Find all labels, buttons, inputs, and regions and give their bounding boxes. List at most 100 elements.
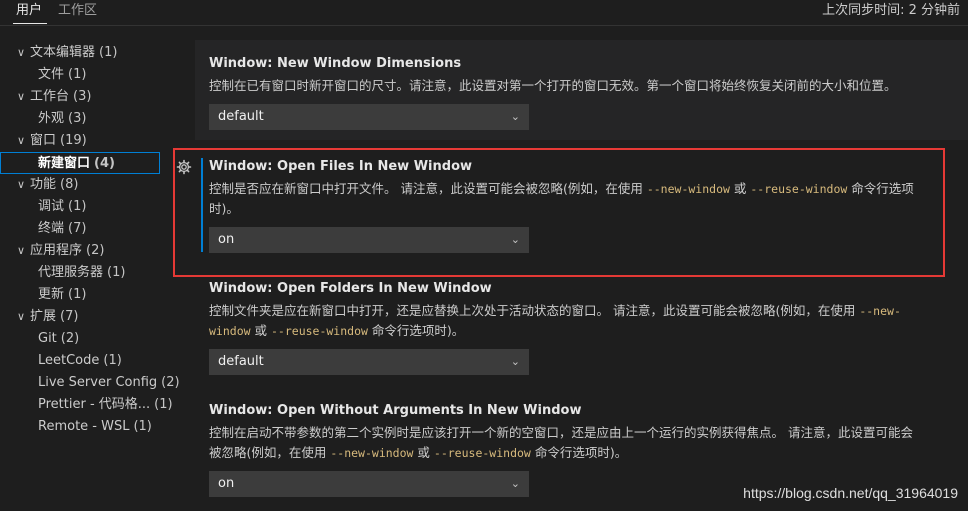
desc-text: 或 xyxy=(250,323,271,338)
toc-item[interactable]: 文件 (1) xyxy=(38,64,86,86)
sync-status: 上次同步时间: 2 分钟前 xyxy=(822,3,960,18)
chevron-down-icon: ∨ xyxy=(16,90,26,103)
toc-item-label: 功能 xyxy=(30,177,57,192)
toc-item[interactable]: 外观 (3) xyxy=(38,108,86,130)
code-reuse-window: --reuse-window xyxy=(433,446,531,460)
toc-item-count: (2) xyxy=(161,375,180,390)
settings-scope-tabs: 用户 工作区 上次同步时间: 2 分钟前 xyxy=(0,0,968,26)
toc-item-label: LeetCode xyxy=(38,353,100,368)
setting-name: New Window Dimensions xyxy=(277,56,462,71)
toc-item-count: (1) xyxy=(103,353,122,368)
toc-item-label: 外观 xyxy=(38,111,65,126)
setting-category: Window: xyxy=(209,56,278,71)
toc-item[interactable]: ∨ 窗口 (19) xyxy=(14,130,87,152)
desc-text: 控制在启动不带参数的第二个实例时是应该打开一个新的空窗口，还是应由上一个运行的实… xyxy=(209,425,913,440)
toc-item[interactable]: ∨ 工作台 (3) xyxy=(14,86,91,108)
toc-item-count: (7) xyxy=(68,221,87,236)
open-folders-in-new-window-select[interactable]: default ⌄ xyxy=(209,349,529,375)
toc-item[interactable]: 代理服务器 (1) xyxy=(38,262,125,284)
setting-description: 控制文件夹是应在新窗口中打开，还是应替换上次处于活动状态的窗口。 请注意，此设置… xyxy=(209,301,944,341)
setting-description: 控制在已有窗口时新开窗口的尺寸。请注意，此设置对第一个打开的窗口无效。第一个窗口… xyxy=(209,78,897,93)
toc-item-label: Live Server Config xyxy=(38,375,158,390)
code-new-window: --new- xyxy=(859,304,901,318)
toc-item-count: (19) xyxy=(60,133,87,148)
tab-user-underline xyxy=(13,23,47,24)
toc-item[interactable]: Remote - WSL (1) xyxy=(38,416,152,438)
toc-item[interactable]: Live Server Config (2) xyxy=(38,372,180,394)
toc-item-count: (1) xyxy=(68,287,87,302)
toc-item[interactable]: 调试 (1) xyxy=(38,196,86,218)
toc-item-label: Git xyxy=(38,331,57,346)
select-value: on xyxy=(218,476,235,491)
code-reuse-window: --reuse-window xyxy=(271,324,368,338)
desc-text: 命令行选项时)。 xyxy=(367,323,465,338)
toc-item-count: (1) xyxy=(99,45,118,60)
toc-item[interactable]: 更新 (1) xyxy=(38,284,86,306)
toc-item[interactable]: Prettier - 代码格... (1) xyxy=(38,394,173,416)
code-new-window: --new-window xyxy=(330,446,414,460)
toc-item-count: (1) xyxy=(154,397,173,412)
chevron-down-icon: ⌄ xyxy=(510,477,520,490)
tab-user[interactable]: 用户 xyxy=(16,2,42,20)
toc-item-label: 应用程序 xyxy=(30,243,83,258)
toc-item-label: Prettier - 代码格... xyxy=(38,397,151,412)
chevron-down-icon: ⌄ xyxy=(510,110,520,123)
toc-item-label: 工作台 xyxy=(30,89,70,104)
setting-category: Window: xyxy=(209,403,278,418)
toc-item[interactable]: ∨ 应用程序 (2) xyxy=(14,240,104,262)
chevron-down-icon: ⌄ xyxy=(510,355,520,368)
setting-name: Open Folders In New Window xyxy=(277,281,492,296)
select-value: default xyxy=(218,109,264,124)
toc-item[interactable]: ∨ 文本编辑器 (1) xyxy=(14,42,117,64)
new-window-dimensions-select[interactable]: default ⌄ xyxy=(209,104,529,130)
toc-item-label: 文本编辑器 xyxy=(30,45,96,60)
toc-item-count: (1) xyxy=(107,265,126,280)
select-value: default xyxy=(218,354,264,369)
tabs-divider xyxy=(0,25,968,26)
watermark: https://blog.csdn.net/qq_31964019 xyxy=(743,485,958,501)
desc-text: 或 xyxy=(413,445,434,460)
desc-text: 控制文件夹是应在新窗口中打开，还是应替换上次处于活动状态的窗口。 请注意，此设置… xyxy=(209,303,860,318)
tab-workspace[interactable]: 工作区 xyxy=(58,2,97,20)
toc-item[interactable]: ∨ 功能 (8) xyxy=(14,174,78,196)
highlight-annotation-box xyxy=(173,148,945,277)
setting-title: Window: Open Folders In New Window xyxy=(209,280,944,298)
chevron-down-icon: ∨ xyxy=(16,134,26,147)
toc-item-label: 扩展 xyxy=(30,309,57,324)
toc-item-label: 调试 xyxy=(38,199,65,214)
toc-item-label: 窗口 xyxy=(30,133,57,148)
toc-item-count: (3) xyxy=(68,111,87,126)
setting-title: Window: New Window Dimensions xyxy=(209,55,944,73)
setting-new-window-dimensions: Window: New Window Dimensions 控制在已有窗口时新开… xyxy=(209,55,944,130)
toc-item-count: (8) xyxy=(60,177,79,192)
toc-item[interactable]: ∨ 扩展 (7) xyxy=(14,306,78,328)
toc-item-label: Remote - WSL xyxy=(38,419,130,434)
open-without-arguments-select[interactable]: on ⌄ xyxy=(209,471,529,497)
toc-item-count: (1) xyxy=(68,199,87,214)
settings-editor: 用户 工作区 上次同步时间: 2 分钟前 ∨ 文本编辑器 (1) 文件 (1) ∨ 工作台(… xyxy=(0,0,968,511)
toc-item-count: (7) xyxy=(60,309,79,324)
toc-item-label: 终端 xyxy=(38,221,65,236)
toc-item-count: (4) xyxy=(94,156,115,171)
desc-text: 命令行选项时)。 xyxy=(530,445,628,460)
setting-title: Window: Open Without Arguments In New Wi… xyxy=(209,402,944,420)
toc-item[interactable]: LeetCode (1) xyxy=(38,350,122,372)
setting-open-folders-in-new-window: Window: Open Folders In New Window 控制文件夹… xyxy=(209,280,944,375)
toc-item-count: (2) xyxy=(60,331,80,346)
chevron-down-icon: ∨ xyxy=(16,310,26,323)
toc-item-count: (1) xyxy=(133,419,152,434)
toc-item-count: (2) xyxy=(86,243,105,258)
setting-open-without-arguments-in-new-window: Window: Open Without Arguments In New Wi… xyxy=(209,402,944,497)
toc-item-label: 新建窗口 xyxy=(38,156,91,171)
setting-description: 控制在启动不带参数的第二个实例时是应该打开一个新的空窗口，还是应由上一个运行的实… xyxy=(209,423,944,463)
code-new-window: window xyxy=(209,324,251,338)
toc-item-label: 代理服务器 xyxy=(38,265,104,280)
toc-item[interactable]: 终端 (7) xyxy=(38,218,86,240)
toc-item-label: 文件 xyxy=(38,67,65,82)
toc-item-label: 更新 xyxy=(38,287,65,302)
toc-item[interactable]: 新建窗口 (4) xyxy=(0,152,160,174)
chevron-down-icon: ∨ xyxy=(16,244,26,257)
setting-name: Open Without Arguments In New Window xyxy=(277,403,582,418)
toc-item[interactable]: Git (2) xyxy=(38,328,79,350)
setting-category: Window: xyxy=(209,281,278,296)
